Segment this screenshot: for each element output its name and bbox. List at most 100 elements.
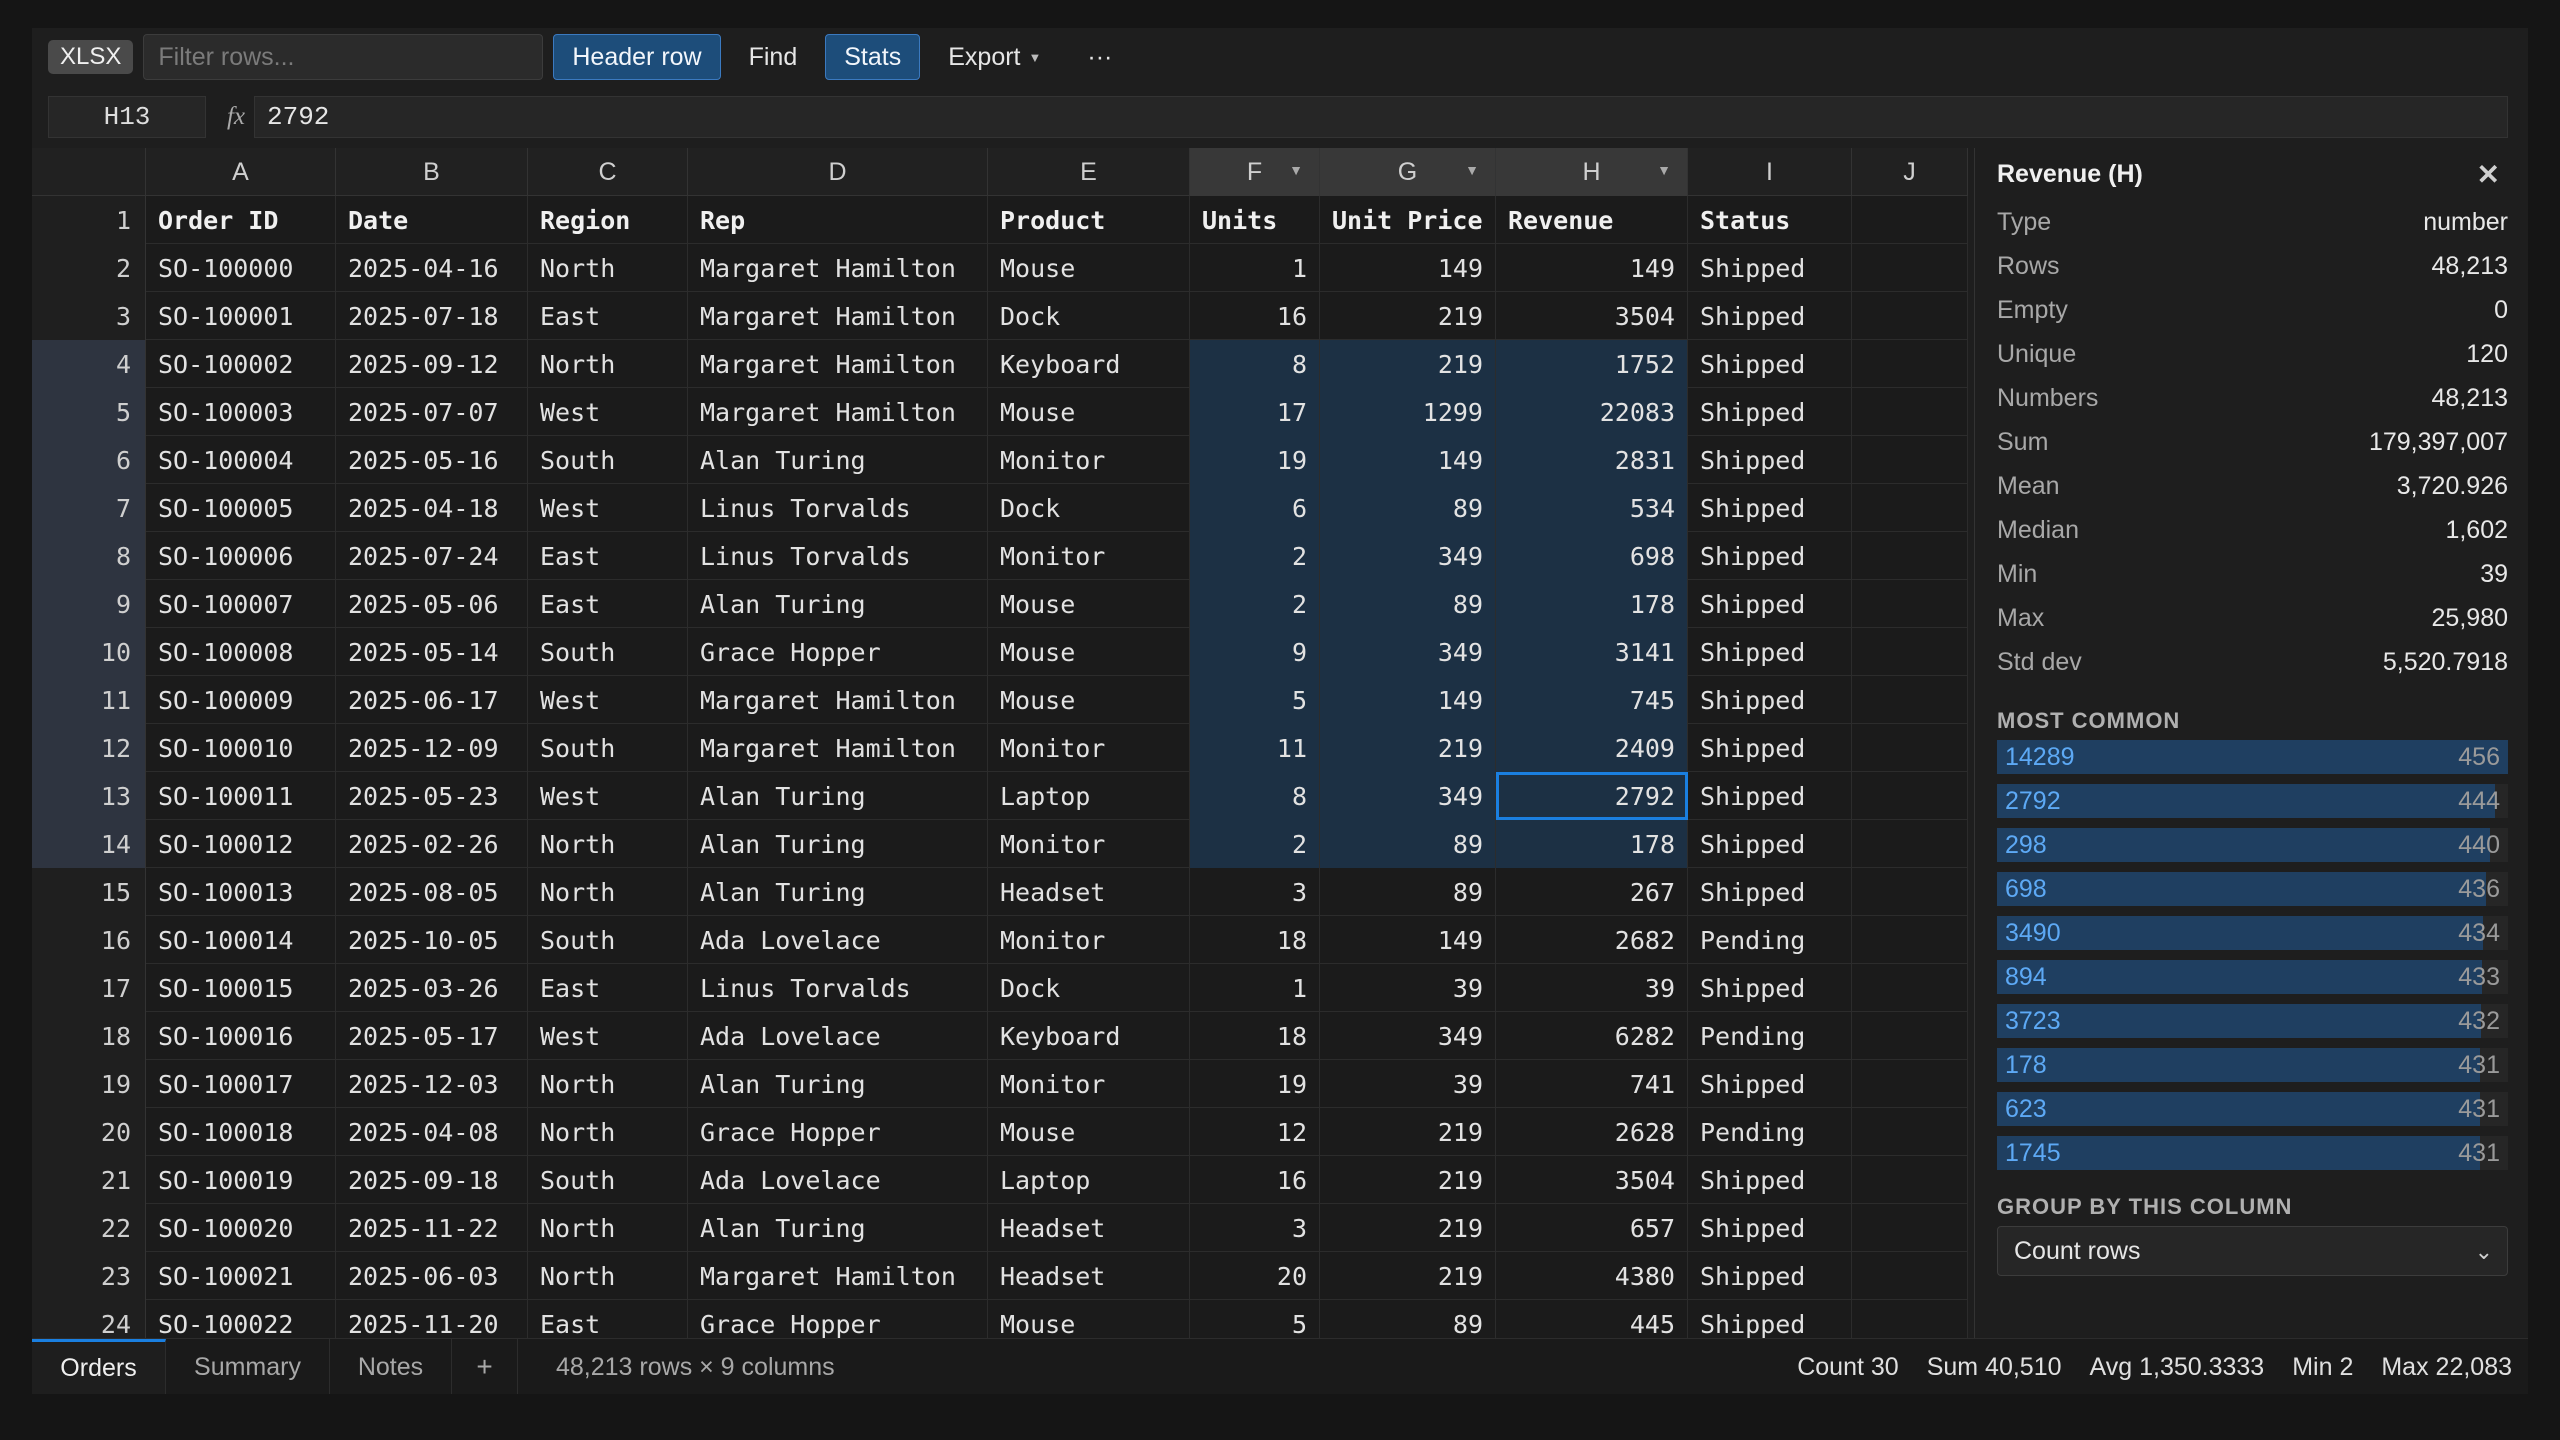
table-cell[interactable]: Monitor	[988, 436, 1190, 484]
row-number[interactable]: 24	[32, 1300, 146, 1338]
table-cell[interactable]: Shipped	[1688, 244, 1852, 292]
table-cell[interactable]: North	[528, 1252, 688, 1300]
table-cell[interactable]: Shipped	[1688, 724, 1852, 772]
stats-toggle[interactable]: Stats	[825, 34, 921, 80]
table-cell[interactable]: 22083	[1496, 388, 1688, 436]
table-cell[interactable]: East	[528, 292, 688, 340]
table-cell[interactable]: 19	[1190, 1060, 1320, 1108]
table-cell[interactable]: 3141	[1496, 628, 1688, 676]
table-cell[interactable]: SO-100020	[146, 1204, 336, 1252]
table-cell[interactable]: Shipped	[1688, 820, 1852, 868]
header-cell[interactable]	[1852, 196, 1968, 244]
most-common-item[interactable]: 2792 444	[1997, 784, 2508, 818]
table-cell[interactable]: SO-100000	[146, 244, 336, 292]
row-number[interactable]: 22	[32, 1204, 146, 1252]
row-number[interactable]: 16	[32, 916, 146, 964]
table-cell[interactable]	[1852, 244, 1968, 292]
table-cell[interactable]: East	[528, 532, 688, 580]
table-cell[interactable]: Shipped	[1688, 1204, 1852, 1252]
table-cell[interactable]: SO-100014	[146, 916, 336, 964]
table-cell[interactable]: 2025-07-24	[336, 532, 528, 580]
most-common-item[interactable]: 178 431	[1997, 1048, 2508, 1082]
filter-rows-input[interactable]	[143, 34, 544, 80]
table-cell[interactable]: SO-100007	[146, 580, 336, 628]
table-cell[interactable]: 2409	[1496, 724, 1688, 772]
table-cell[interactable]: 2025-12-03	[336, 1060, 528, 1108]
column-header-b[interactable]: B	[336, 148, 528, 196]
most-common-item[interactable]: 3490 434	[1997, 916, 2508, 950]
table-cell[interactable]: South	[528, 1156, 688, 1204]
table-cell[interactable]: East	[528, 1300, 688, 1338]
table-cell[interactable]: SO-100011	[146, 772, 336, 820]
row-number[interactable]: 6	[32, 436, 146, 484]
table-cell[interactable]: 11	[1190, 724, 1320, 772]
table-cell[interactable]: 219	[1320, 1156, 1496, 1204]
table-cell[interactable]: 219	[1320, 292, 1496, 340]
table-cell[interactable]: Headset	[988, 868, 1190, 916]
table-cell[interactable]: 2	[1190, 532, 1320, 580]
table-cell[interactable]: Alan Turing	[688, 436, 988, 484]
table-cell[interactable]: Mouse	[988, 244, 1190, 292]
find-button[interactable]: Find	[731, 34, 816, 80]
table-cell[interactable]: 9	[1190, 628, 1320, 676]
row-number[interactable]: 4	[32, 340, 146, 388]
table-cell[interactable]: Shipped	[1688, 436, 1852, 484]
table-cell[interactable]: 2025-05-17	[336, 1012, 528, 1060]
table-cell[interactable]: Margaret Hamilton	[688, 724, 988, 772]
table-cell[interactable]: North	[528, 1060, 688, 1108]
table-cell[interactable]: Laptop	[988, 772, 1190, 820]
data-grid[interactable]: A B C D E F ▼ G ▼ H ▼ I J 1 Order ID Date Region Rep Prod…	[32, 148, 1968, 1338]
table-cell[interactable]: SO-100010	[146, 724, 336, 772]
row-number[interactable]: 23	[32, 1252, 146, 1300]
row-number[interactable]: 3	[32, 292, 146, 340]
table-cell[interactable]: 12	[1190, 1108, 1320, 1156]
table-cell[interactable]: East	[528, 964, 688, 1012]
table-cell[interactable]: SO-100009	[146, 676, 336, 724]
table-cell[interactable]: 2025-11-22	[336, 1204, 528, 1252]
table-cell[interactable]: 89	[1320, 820, 1496, 868]
table-cell[interactable]: 178	[1496, 820, 1688, 868]
table-cell[interactable]: 2025-04-08	[336, 1108, 528, 1156]
column-header-f[interactable]: F ▼	[1190, 148, 1320, 196]
table-cell[interactable]: 3	[1190, 868, 1320, 916]
table-cell[interactable]: 2025-09-12	[336, 340, 528, 388]
table-cell[interactable]: 39	[1320, 1060, 1496, 1108]
table-cell[interactable]: Shipped	[1688, 340, 1852, 388]
table-cell[interactable]: SO-100017	[146, 1060, 336, 1108]
row-number[interactable]: 18	[32, 1012, 146, 1060]
header-cell[interactable]: Date	[336, 196, 528, 244]
table-cell[interactable]: 8	[1190, 772, 1320, 820]
table-cell[interactable]: Alan Turing	[688, 868, 988, 916]
table-cell[interactable]: West	[528, 772, 688, 820]
table-cell[interactable]: 2025-08-05	[336, 868, 528, 916]
table-cell[interactable]: Grace Hopper	[688, 1108, 988, 1156]
table-cell[interactable]: Shipped	[1688, 964, 1852, 1012]
row-number[interactable]: 15	[32, 868, 146, 916]
column-header-g[interactable]: G ▼	[1320, 148, 1496, 196]
table-cell[interactable]	[1852, 340, 1968, 388]
table-cell[interactable]: SO-100002	[146, 340, 336, 388]
table-cell[interactable]: North	[528, 1204, 688, 1252]
table-cell[interactable]: Alan Turing	[688, 772, 988, 820]
more-options-button[interactable]: ···	[1069, 34, 1130, 80]
table-cell[interactable]: Pending	[1688, 916, 1852, 964]
table-cell[interactable]	[1852, 964, 1968, 1012]
table-cell[interactable]: SO-100018	[146, 1108, 336, 1156]
table-cell[interactable]	[1852, 1300, 1968, 1338]
table-cell[interactable]	[1852, 484, 1968, 532]
table-cell[interactable]: North	[528, 868, 688, 916]
table-cell[interactable]: 5	[1190, 1300, 1320, 1338]
table-cell[interactable]: 219	[1320, 1252, 1496, 1300]
table-cell[interactable]: Shipped	[1688, 1300, 1852, 1338]
row-number[interactable]: 11	[32, 676, 146, 724]
table-cell[interactable]: 2025-02-26	[336, 820, 528, 868]
table-cell[interactable]: 2025-07-07	[336, 388, 528, 436]
row-number[interactable]: 17	[32, 964, 146, 1012]
table-cell[interactable]: Linus Torvalds	[688, 532, 988, 580]
table-cell[interactable]: 89	[1320, 484, 1496, 532]
table-cell[interactable]: Shipped	[1688, 1252, 1852, 1300]
table-cell[interactable]: Grace Hopper	[688, 1300, 988, 1338]
table-cell[interactable]: Keyboard	[988, 340, 1190, 388]
table-cell[interactable]: 349	[1320, 532, 1496, 580]
table-cell[interactable]	[1852, 772, 1968, 820]
